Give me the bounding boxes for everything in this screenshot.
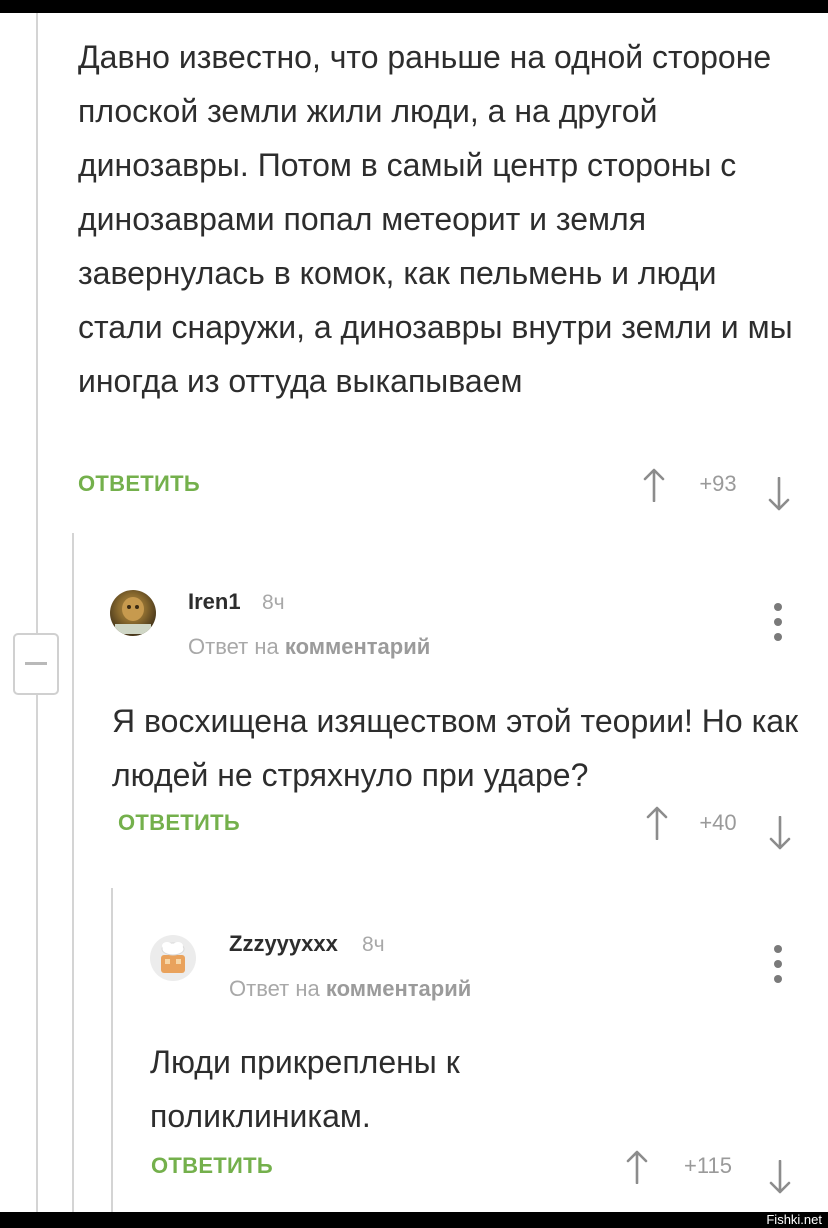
reply-button-zzz[interactable]: ОТВЕТИТЬ [151, 1153, 273, 1179]
arrow-down-icon[interactable] [767, 816, 793, 850]
comment-root-text: Давно известно, что раньше на одной стор… [78, 39, 793, 399]
arrow-up-icon[interactable] [641, 468, 667, 502]
reply-to-prefix: Ответ на [229, 976, 320, 1001]
reply-button-iren[interactable]: ОТВЕТИТЬ [118, 810, 240, 836]
avatar-zzz [150, 935, 196, 981]
arrow-up-icon[interactable] [644, 806, 670, 840]
collapse-thread-button[interactable] [13, 633, 59, 695]
rating-zzz: +115 [684, 1153, 732, 1178]
watermark: Fishki.net [766, 1212, 822, 1227]
comment-zzz-text: Люди прикреплены к поликлиникам. [150, 1044, 460, 1134]
rating-root: +93 [699, 471, 737, 496]
username-zzz[interactable]: Zzzyyyxxx [229, 931, 338, 957]
comments-page: Давно известно, что раньше на одной стор… [0, 13, 828, 1212]
arrow-down-icon[interactable] [766, 477, 792, 511]
minus-icon [25, 662, 47, 665]
time-zzz: 8ч [362, 933, 385, 956]
comment-iren-text: Я восхищена изяществом этой теории! Но к… [112, 703, 799, 793]
reply-to-zzz: Ответ на комментарий [229, 976, 471, 1002]
more-vertical-icon[interactable] [772, 603, 784, 643]
arrow-down-icon[interactable] [767, 1160, 793, 1194]
username-iren[interactable]: Iren1 [188, 589, 241, 615]
thread-line-zzz [111, 888, 113, 1212]
reply-to-prefix: Ответ на [188, 634, 279, 659]
thread-line-root [36, 13, 38, 1212]
arrow-up-icon[interactable] [624, 1150, 650, 1184]
reply-to-link[interactable]: комментарий [285, 634, 430, 659]
reply-to-iren: Ответ на комментарий [188, 634, 430, 660]
reply-to-link[interactable]: комментарий [326, 976, 471, 1001]
reply-button-root[interactable]: ОТВЕТИТЬ [78, 471, 200, 497]
thread-line-iren [72, 533, 74, 1212]
rating-iren: +40 [699, 810, 737, 835]
avatar-iren [110, 590, 156, 636]
more-vertical-icon[interactable] [772, 945, 784, 985]
time-iren: 8ч [262, 591, 285, 614]
